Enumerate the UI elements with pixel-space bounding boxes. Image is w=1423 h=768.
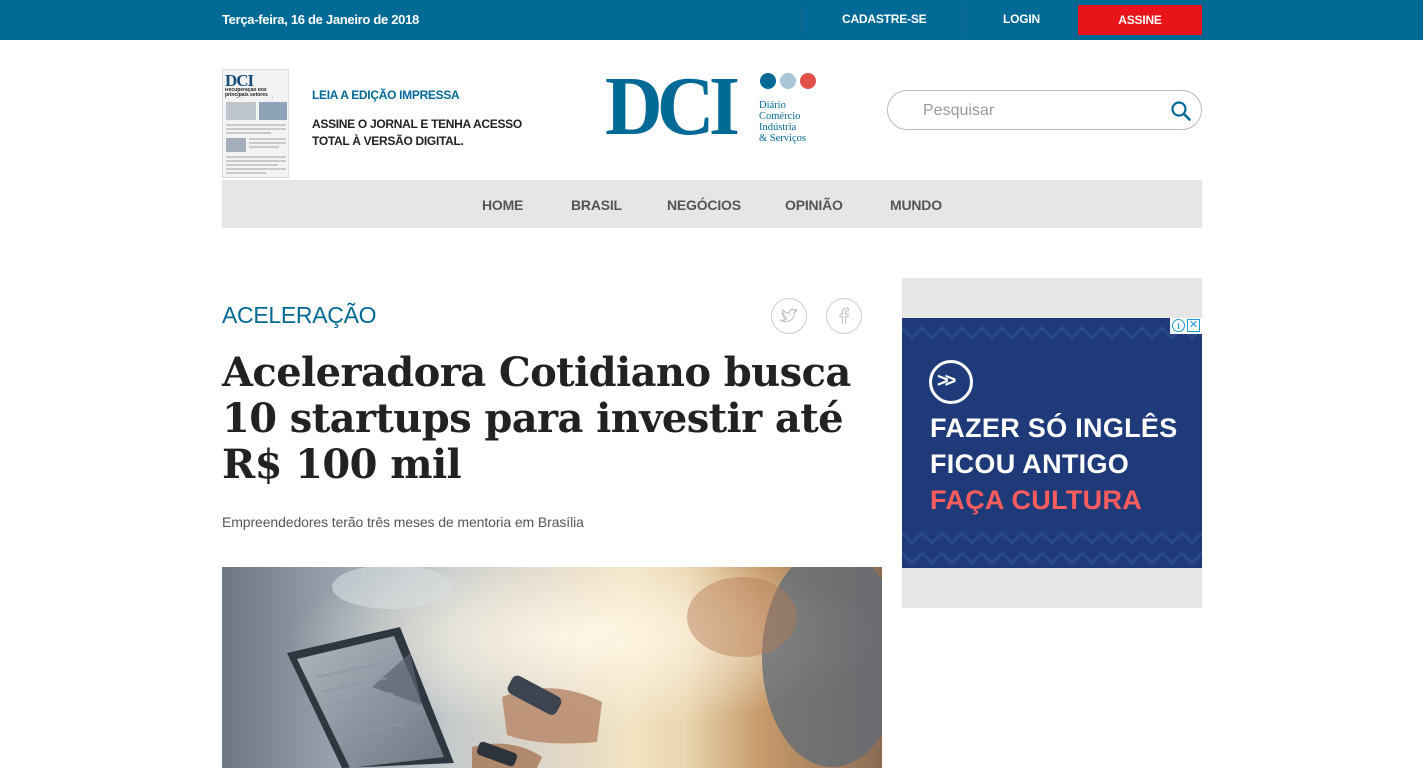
twitter-icon bbox=[779, 308, 798, 323]
advertisement-banner[interactable]: >> FAZER SÓ INGLÊS FICOU ANTIGO FAÇA CUL… bbox=[902, 318, 1202, 568]
facebook-share-button[interactable] bbox=[826, 298, 862, 334]
nav-item-brasil[interactable]: BRASIL bbox=[571, 197, 622, 213]
logo-tagline-line: & Serviços bbox=[759, 133, 806, 144]
cover-text-line bbox=[226, 172, 266, 174]
article-headline: Aceleradora Cotidiano busca 10 startups … bbox=[222, 349, 851, 488]
top-bar: Terça-feira, 16 de Janeiro de 2018 CADAS… bbox=[0, 0, 1423, 40]
dci-logo[interactable]: DCI Diário Comércio Indústria & Serviços bbox=[605, 62, 820, 152]
ad-logo-icon: >> bbox=[929, 360, 973, 404]
twitter-share-button[interactable] bbox=[771, 298, 807, 334]
article-category[interactable]: ACELERAÇÃO bbox=[222, 302, 377, 329]
ad-line-2: FICOU ANTIGO bbox=[930, 449, 1130, 479]
cover-text-line bbox=[249, 146, 279, 148]
search-box bbox=[887, 90, 1202, 130]
cover-text-line bbox=[226, 164, 278, 166]
logo-tagline-line: Diário bbox=[759, 100, 786, 111]
cover-text-line bbox=[226, 160, 286, 162]
adchoices-badge[interactable]: i ✕ bbox=[1170, 318, 1202, 334]
cover-headline: Recuperação dos principais setores impul… bbox=[225, 88, 276, 98]
nav-item-mundo[interactable]: MUNDO bbox=[890, 197, 942, 213]
nav-item-negocios[interactable]: NEGÓCIOS bbox=[667, 197, 741, 213]
cover-photo bbox=[259, 102, 287, 120]
search-input[interactable] bbox=[923, 100, 1163, 122]
search-icon[interactable] bbox=[1170, 100, 1192, 122]
photo-illustration bbox=[222, 567, 882, 768]
cover-text-line bbox=[226, 156, 286, 158]
ad-line-1: FAZER SÓ INGLÊS bbox=[930, 413, 1178, 443]
divider bbox=[801, 4, 802, 36]
cover-text-line bbox=[249, 138, 286, 140]
print-edition-link[interactable]: LEIA A EDIÇÃO IMPRESSA bbox=[312, 88, 460, 102]
cadastre-link[interactable]: CADASTRE-SE bbox=[842, 12, 927, 26]
ad-line-3: FAÇA CULTURA bbox=[930, 485, 1143, 515]
logo-dot-blue bbox=[760, 73, 776, 89]
logo-tagline-line: Comércio bbox=[759, 111, 801, 122]
logo-dot-red bbox=[800, 73, 816, 89]
article-subtitle: Empreendedores terão três meses de mento… bbox=[222, 514, 584, 530]
info-icon[interactable]: i bbox=[1172, 319, 1185, 332]
print-edition-text[interactable]: ASSINE O JORNAL E TENHA ACESSO TOTAL À V… bbox=[312, 116, 532, 150]
login-link[interactable]: LOGIN bbox=[1003, 12, 1040, 26]
cover-text-line bbox=[226, 132, 271, 134]
nav-item-home[interactable]: HOME bbox=[482, 197, 523, 213]
cover-photo bbox=[226, 102, 256, 120]
article-photo bbox=[222, 567, 882, 768]
cover-photo bbox=[226, 138, 246, 152]
cover-text-line bbox=[226, 128, 286, 130]
nav-item-opiniao[interactable]: OPINIÃO bbox=[785, 197, 843, 213]
ad-logo-glyph: >> bbox=[937, 370, 956, 392]
assine-button[interactable]: ASSINE bbox=[1078, 5, 1202, 35]
logo-letters: DCI bbox=[605, 60, 740, 153]
facebook-icon bbox=[839, 307, 849, 324]
logo-tagline-line: Indústria bbox=[759, 122, 797, 133]
divider bbox=[962, 4, 963, 36]
main-nav: HOME BRASIL NEGÓCIOS OPINIÃO MUNDO bbox=[222, 180, 1202, 228]
cover-text-line bbox=[226, 168, 286, 170]
cover-text-line bbox=[249, 142, 286, 144]
logo-tagline: Diário Comércio Indústria & Serviços bbox=[759, 100, 806, 144]
cover-text-line bbox=[226, 124, 286, 126]
current-date: Terça-feira, 16 de Janeiro de 2018 bbox=[222, 12, 419, 27]
print-edition-cover[interactable]: DCI Recuperação dos principais setores i… bbox=[222, 69, 289, 178]
close-icon[interactable]: ✕ bbox=[1187, 319, 1200, 332]
logo-dot-lightblue bbox=[780, 73, 796, 89]
